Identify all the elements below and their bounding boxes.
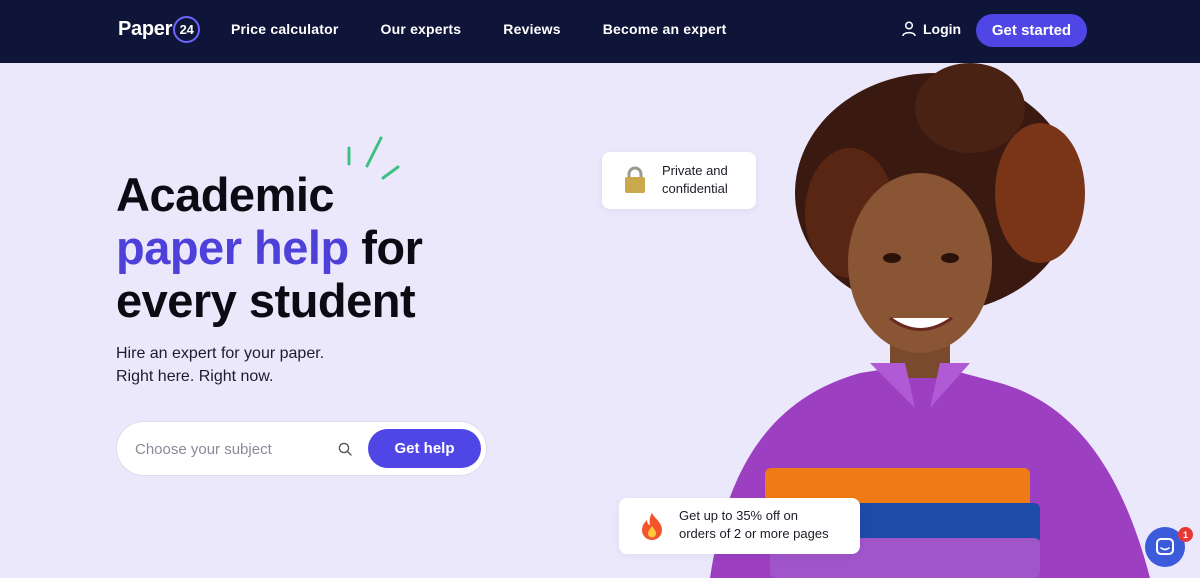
headline-line-3: every student [116, 274, 416, 327]
subject-search-box: Get help [116, 421, 487, 476]
search-icon[interactable] [338, 442, 352, 456]
nav-reviews[interactable]: Reviews [503, 21, 560, 37]
get-started-button[interactable]: Get started [976, 14, 1087, 47]
nav-our-experts[interactable]: Our experts [380, 21, 461, 37]
private-confidential-card: Private and confidential [602, 152, 756, 209]
user-icon [902, 21, 916, 37]
chat-icon [1156, 538, 1174, 555]
nav-price-calculator[interactable]: Price calculator [231, 21, 338, 37]
top-navbar: Paper 24 Price calculator Our experts Re… [0, 0, 1200, 63]
fire-icon [642, 513, 662, 540]
get-help-button[interactable]: Get help [368, 429, 481, 468]
subject-search-input[interactable] [135, 437, 335, 461]
hero-headline: Academic paper help for every student [116, 168, 423, 327]
offer-card-line-2: orders of 2 or more pages [679, 526, 829, 541]
headline-line-2: paper help for [116, 221, 423, 274]
main-nav: Price calculator Our experts Reviews Bec… [231, 21, 727, 37]
offer-card-line-1: Get up to 35% off on [679, 508, 799, 523]
private-card-line-2: confidential [662, 181, 728, 196]
login-link[interactable]: Login [902, 21, 961, 37]
lock-icon [625, 166, 645, 193]
headline-line-1: Academic [116, 168, 335, 221]
headline-accent: paper help [116, 221, 349, 274]
logo-text: Paper [118, 18, 173, 40]
nav-become-expert[interactable]: Become an expert [603, 21, 727, 37]
chat-notification-badge: 1 [1178, 527, 1193, 542]
offer-card-text: Get up to 35% off on orders of 2 or more… [679, 507, 829, 543]
subtitle-line-2: Right here. Right now. [116, 368, 274, 385]
hero-subtitle: Hire an expert for your paper. Right her… [116, 342, 324, 388]
logo[interactable]: Paper 24 [118, 16, 201, 43]
private-card-line-1: Private and [662, 163, 728, 178]
discount-offer-card: Get up to 35% off on orders of 2 or more… [619, 498, 860, 554]
logo-badge: 24 [173, 16, 201, 43]
headline-for: for [348, 221, 423, 274]
login-label: Login [923, 21, 962, 37]
private-card-text: Private and confidential [662, 162, 728, 198]
subtitle-line-1: Hire an expert for your paper. [116, 345, 325, 362]
